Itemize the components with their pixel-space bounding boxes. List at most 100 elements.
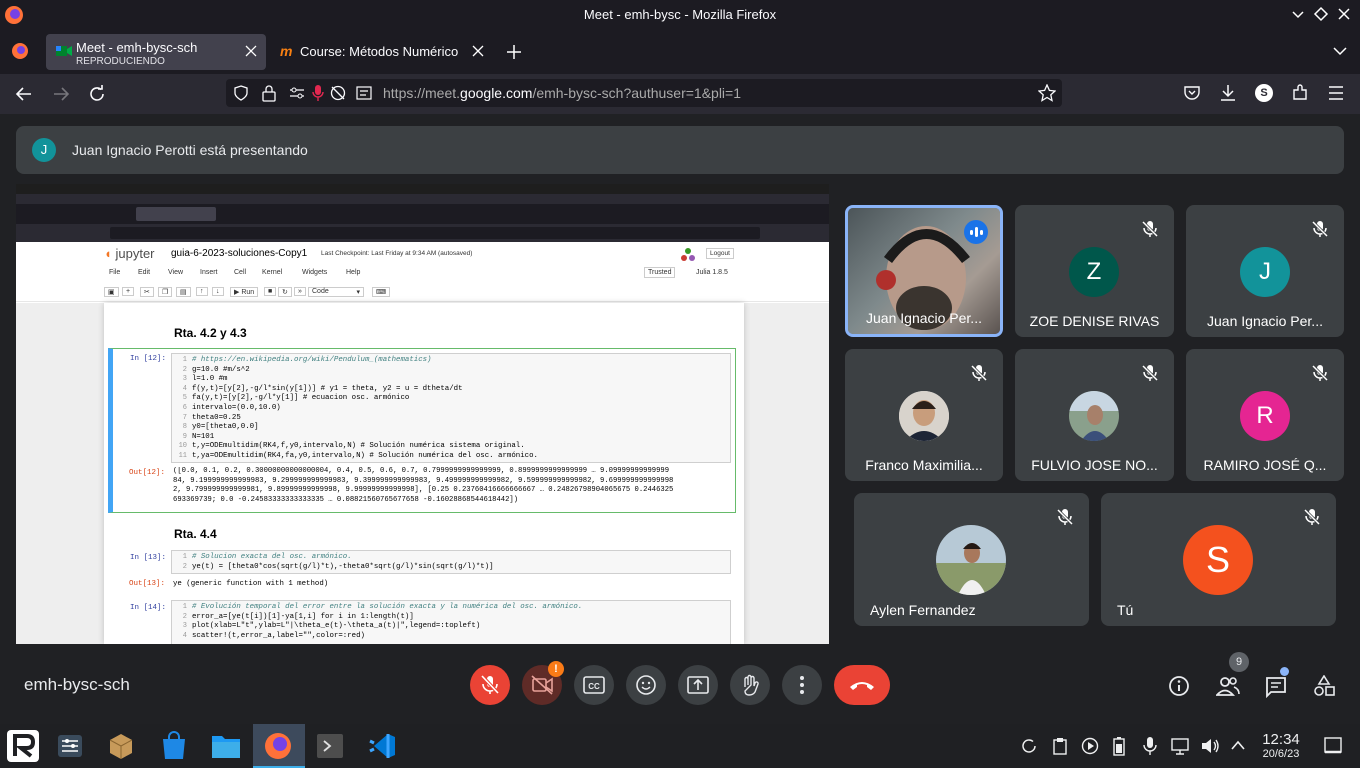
move-down-icon[interactable]: ↓ xyxy=(212,287,224,296)
code-editor-13[interactable]: # Solucion exacta del osc. armónico. ye(… xyxy=(171,550,731,574)
add-cell-icon[interactable]: + xyxy=(122,287,135,296)
code-editor-12[interactable]: # https://en.wikipedia.org/wiki/Pendulum… xyxy=(171,353,731,463)
code-line: # https://en.wikipedia.org/wiki/Pendulum… xyxy=(192,356,432,364)
restart-icon[interactable]: ↻ xyxy=(278,287,292,297)
captions-button[interactable]: CC xyxy=(574,665,614,705)
run-button[interactable]: ▶ Run xyxy=(230,287,259,297)
sync-tray-icon[interactable] xyxy=(1020,737,1038,755)
cut-icon[interactable]: ✂ xyxy=(140,287,154,297)
participant-tile[interactable]: J Juan Ignacio Per... xyxy=(1186,205,1344,337)
menu-cell[interactable]: Cell xyxy=(234,269,246,276)
vscode-icon[interactable] xyxy=(368,732,396,760)
participant-tile[interactable]: FULVIO JOSE NO... xyxy=(1015,349,1174,481)
more-options-button[interactable] xyxy=(782,665,822,705)
participant-tile[interactable]: Juan Ignacio Per... xyxy=(845,205,1003,337)
microphone-toggle-button[interactable] xyxy=(470,665,510,705)
lock-icon[interactable] xyxy=(261,84,277,102)
pocket-icon[interactable] xyxy=(1183,84,1201,102)
jupyter-logo[interactable]: ◖ jupyter xyxy=(104,246,155,261)
list-tabs-icon[interactable] xyxy=(1332,45,1348,57)
camera-toggle-button[interactable]: ! xyxy=(522,661,564,705)
participant-tile[interactable]: R RAMIRO JOSÉ Q... xyxy=(1186,349,1344,481)
system-settings-icon[interactable] xyxy=(56,732,84,760)
participant-tile[interactable]: Z ZOE DENISE RIVAS xyxy=(1015,205,1174,337)
autoplay-blocked-icon[interactable] xyxy=(330,85,346,101)
maximize-icon[interactable] xyxy=(1313,6,1329,22)
paste-icon[interactable]: ▤ xyxy=(176,287,191,297)
move-up-icon[interactable]: ↑ xyxy=(196,287,208,296)
stop-icon[interactable]: ■ xyxy=(264,287,277,296)
clock-time[interactable]: 12:34 xyxy=(1260,731,1302,748)
back-icon[interactable] xyxy=(15,85,33,103)
leave-call-button[interactable] xyxy=(834,665,890,705)
shared-screen[interactable]: ◖ jupyter guia-6-2023-soluciones-Copy1 L… xyxy=(16,184,829,644)
close-icon[interactable] xyxy=(1336,6,1352,22)
software-store-icon[interactable] xyxy=(160,731,188,761)
new-tab-icon[interactable] xyxy=(506,44,522,60)
file-manager-icon[interactable] xyxy=(211,732,241,760)
fast-forward-icon[interactable]: » xyxy=(294,287,306,296)
code-editor-14[interactable]: # Evolución temporal del error entre la … xyxy=(171,600,731,644)
chat-unread-dot xyxy=(1280,667,1289,676)
raise-hand-button[interactable] xyxy=(730,665,770,705)
volume-tray-icon[interactable] xyxy=(1200,737,1220,755)
save-icon[interactable]: ▣ xyxy=(104,287,119,297)
svg-text:CC: CC xyxy=(588,682,600,691)
participant-tile-self[interactable]: S Tú xyxy=(1101,493,1336,626)
extensions-icon[interactable] xyxy=(1291,84,1309,102)
network-tray-icon[interactable] xyxy=(1171,737,1189,755)
cell-type-select[interactable]: Code ▾ xyxy=(308,287,364,297)
line-numbers: 12 xyxy=(182,553,187,571)
menu-view[interactable]: View xyxy=(168,269,183,276)
emoji-reactions-button[interactable] xyxy=(626,665,666,705)
tracking-protection-icon[interactable] xyxy=(233,85,249,101)
url-text[interactable]: https://meet.google.com/emh-bysc-sch?aut… xyxy=(383,85,741,101)
tab-meet[interactable]: Meet - emh-bysc-sch REPRODUCIENDO xyxy=(46,34,266,70)
keyboard-icon[interactable]: ⌨ xyxy=(372,287,391,297)
reload-icon[interactable] xyxy=(88,85,106,103)
permissions-icon[interactable] xyxy=(289,86,305,100)
menu-kernel[interactable]: Kernel xyxy=(262,269,282,276)
menu-help[interactable]: Help xyxy=(346,269,360,276)
terminal-icon[interactable] xyxy=(316,732,344,760)
microphone-tray-icon[interactable] xyxy=(1141,736,1159,756)
clipboard-tray-icon[interactable] xyxy=(1051,737,1069,755)
url-bar[interactable]: https://meet.google.com/emh-bysc-sch?aut… xyxy=(226,79,1062,107)
menu-widgets[interactable]: Widgets xyxy=(302,269,327,276)
microphone-sharing-icon[interactable] xyxy=(312,84,324,102)
bookmark-star-icon[interactable] xyxy=(1038,84,1056,102)
show-desktop-icon[interactable] xyxy=(1324,736,1342,754)
minimize-icon[interactable] xyxy=(1290,6,1306,22)
forward-icon[interactable] xyxy=(52,85,70,103)
participant-tile[interactable]: Aylen Fernandez xyxy=(854,493,1089,626)
chat-icon[interactable] xyxy=(1265,676,1287,698)
battery-tray-icon[interactable] xyxy=(1112,736,1126,756)
participant-tile[interactable]: Franco Maximilia... xyxy=(845,349,1003,481)
clock-date[interactable]: 20/6/23 xyxy=(1258,748,1304,760)
logout-button[interactable]: Logout xyxy=(706,248,734,259)
menu-edit[interactable]: Edit xyxy=(138,269,150,276)
trusted-badge[interactable]: Trusted xyxy=(644,267,676,278)
meeting-details-icon[interactable] xyxy=(1168,675,1190,697)
tab-close-icon[interactable] xyxy=(245,45,257,57)
tab-course[interactable]: m Course: Métodos Numérico xyxy=(270,34,490,70)
menu-file[interactable]: File xyxy=(109,269,120,276)
notebook-name[interactable]: guia-6-2023-soluciones-Copy1 xyxy=(171,248,307,259)
media-player-tray-icon[interactable] xyxy=(1081,737,1099,755)
present-screen-button[interactable] xyxy=(678,665,718,705)
activities-icon[interactable] xyxy=(1313,675,1335,697)
account-avatar[interactable]: S xyxy=(1255,84,1273,102)
package-manager-icon[interactable] xyxy=(106,731,136,761)
firefox-view-icon[interactable] xyxy=(11,42,29,60)
menu-insert[interactable]: Insert xyxy=(200,269,218,276)
downloads-icon[interactable] xyxy=(1219,84,1237,102)
start-menu-icon[interactable] xyxy=(7,730,39,762)
show-hidden-icons-icon[interactable] xyxy=(1230,739,1246,751)
output-13: ye (generic function with 1 method) xyxy=(173,580,329,588)
firefox-taskbar-icon[interactable] xyxy=(253,724,305,768)
copy-icon[interactable]: ❐ xyxy=(158,287,173,297)
people-icon[interactable] xyxy=(1216,675,1240,697)
jupyter-toolbar: ▣ + ✂ ❐ ▤ ↑ ↓ ▶ Run ■ ↻ » Code ▾ ⌨ xyxy=(104,287,744,301)
tab-close-icon[interactable] xyxy=(472,45,484,57)
menu-icon[interactable] xyxy=(1327,85,1345,101)
